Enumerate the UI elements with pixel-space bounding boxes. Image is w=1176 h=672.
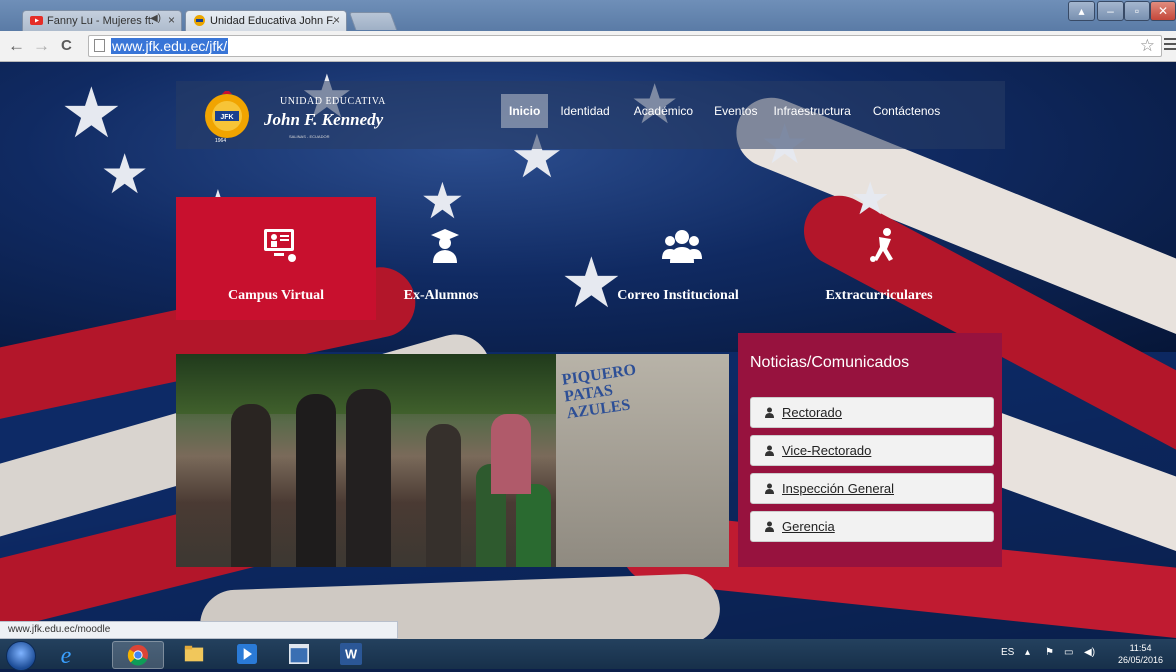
- computer-user-icon: [264, 229, 296, 262]
- minimize-button[interactable]: –: [1097, 1, 1124, 21]
- nav-inicio[interactable]: Inicio: [501, 94, 549, 128]
- file-explorer-icon[interactable]: [173, 641, 215, 667]
- new-tab-button[interactable]: [348, 12, 398, 30]
- featured-photo[interactable]: PIQUERO PATAS AZULES: [176, 354, 729, 567]
- news-item-label[interactable]: Inspección General: [782, 481, 894, 496]
- address-bar[interactable]: www.jfk.edu.ec/jfk/ ☆: [88, 35, 1162, 57]
- tile-extracurriculares[interactable]: Extracurriculares: [779, 197, 979, 320]
- action-center-flag-icon[interactable]: ⚑: [1045, 647, 1054, 658]
- school-emblem-icon: JFK: [205, 91, 249, 138]
- word-icon[interactable]: W: [330, 641, 372, 667]
- start-orb[interactable]: [6, 641, 36, 671]
- graduate-icon: [431, 229, 459, 263]
- jfk-logo-icon: [194, 15, 205, 26]
- menu-icon[interactable]: [1164, 38, 1176, 53]
- svg-text:e: e: [61, 643, 72, 667]
- close-tab-icon[interactable]: ×: [168, 13, 175, 27]
- speaker-icon[interactable]: ◀): [150, 13, 161, 24]
- network-icon[interactable]: ▭: [1064, 647, 1073, 658]
- bookmark-star-icon[interactable]: ☆: [1140, 36, 1155, 56]
- photo-person: [426, 424, 461, 567]
- svg-text:JFK: JFK: [220, 114, 233, 121]
- url-text[interactable]: www.jfk.edu.ec/jfk/: [111, 38, 229, 54]
- tab-jfk[interactable]: Unidad Educativa John F. ×: [185, 10, 347, 31]
- nav-academico[interactable]: Académico: [626, 94, 701, 128]
- news-item-inspeccion-general[interactable]: Inspección General: [750, 473, 994, 504]
- user-icon: [765, 407, 774, 418]
- nav-infraestructura[interactable]: Infraestructura: [765, 94, 858, 128]
- news-item-label[interactable]: Vice-Rectorado: [782, 443, 871, 458]
- media-player-icon[interactable]: [226, 641, 268, 667]
- windows-taskbar: e W ES ▴ ⚑ ▭ ◀) 11:54 26/05/2016: [0, 639, 1176, 671]
- page-content: ★ ★ ★ ★ ★ ★ ★ ★ ★ ★ JFK UNIDAD EDUCATIVA…: [0, 62, 1176, 639]
- photo-person: [516, 484, 551, 567]
- photo-person: [346, 389, 391, 567]
- tile-correo-institucional[interactable]: Correo Institucional: [578, 197, 778, 320]
- maximize-button[interactable]: ▫: [1124, 1, 1150, 21]
- system-clock[interactable]: 11:54 26/05/2016: [1118, 642, 1163, 666]
- news-title: Noticias/Comunicados: [750, 354, 910, 371]
- page-icon: [94, 39, 105, 52]
- tile-ex-alumnos[interactable]: Ex-Alumnos: [341, 197, 541, 320]
- browser-status-bar: www.jfk.edu.ec/moodle: [0, 621, 398, 639]
- logo-line-1: UNIDAD EDUCATIVA: [280, 96, 386, 107]
- user-icon: [765, 521, 774, 532]
- close-window-button[interactable]: ✕: [1150, 1, 1176, 21]
- close-tab-icon[interactable]: ×: [333, 13, 340, 27]
- show-hidden-icons-icon[interactable]: ▴: [1025, 647, 1030, 658]
- news-item-label[interactable]: Gerencia: [782, 519, 835, 534]
- soccer-player-icon: [870, 228, 893, 262]
- news-item-vice-rectorado[interactable]: Vice-Rectorado: [750, 435, 994, 466]
- photo-person: [296, 394, 336, 567]
- news-item-gerencia[interactable]: Gerencia: [750, 511, 994, 542]
- youtube-icon: [30, 16, 43, 25]
- internet-explorer-icon[interactable]: e: [48, 641, 84, 669]
- tab-title: Unidad Educativa John F.: [210, 15, 335, 27]
- back-icon[interactable]: ←: [8, 36, 25, 56]
- language-indicator[interactable]: ES: [1001, 647, 1014, 658]
- volume-icon[interactable]: ◀): [1084, 647, 1095, 658]
- tab-youtube[interactable]: Fanny Lu - Mujeres ft. ◀) ×: [22, 10, 182, 31]
- svg-text:W: W: [345, 647, 358, 662]
- main-nav: Inicio Identidad Académico Eventos Infra…: [501, 94, 948, 128]
- tile-label: Correo Institucional: [617, 288, 739, 303]
- nav-identidad[interactable]: Identidad: [552, 94, 617, 128]
- reload-icon[interactable]: C: [61, 37, 72, 54]
- user-icon: [765, 483, 774, 494]
- nav-contactenos[interactable]: Contáctenos: [865, 94, 948, 128]
- user-icon[interactable]: ▴: [1068, 1, 1095, 21]
- photo-person: [491, 414, 531, 494]
- news-item-label[interactable]: Rectorado: [782, 405, 842, 420]
- browser-tabstrip: Fanny Lu - Mujeres ft. ◀) × Unidad Educa…: [0, 0, 1176, 31]
- window-icon[interactable]: [278, 641, 320, 667]
- logo-school-name: John F. Kennedy: [264, 110, 384, 129]
- tile-label: Ex-Alumnos: [403, 288, 479, 303]
- chrome-icon[interactable]: [112, 641, 164, 669]
- clock-date: 26/05/2016: [1118, 655, 1164, 665]
- site-header: JFK UNIDAD EDUCATIVA John F. Kennedy SAL…: [176, 81, 1005, 149]
- group-icon: [662, 230, 702, 263]
- logo-location: SALINAS - ECUADOR: [289, 134, 330, 139]
- star-decoration: ★: [100, 143, 150, 205]
- browser-toolbar: ← → C www.jfk.edu.ec/jfk/ ☆: [0, 31, 1176, 62]
- clock-time: 11:54: [1129, 643, 1152, 653]
- user-icon: [765, 445, 774, 456]
- logo-year: 1964: [215, 138, 227, 144]
- news-item-rectorado[interactable]: Rectorado: [750, 397, 994, 428]
- nav-eventos[interactable]: Eventos: [706, 94, 765, 128]
- tab-title: Fanny Lu - Mujeres ft.: [47, 15, 154, 27]
- photo-person: [231, 404, 271, 567]
- news-panel: Noticias/Comunicados Rectorado Vice-Rect…: [738, 333, 1002, 567]
- tile-label: Extracurriculares: [825, 288, 933, 303]
- forward-icon[interactable]: →: [33, 36, 50, 56]
